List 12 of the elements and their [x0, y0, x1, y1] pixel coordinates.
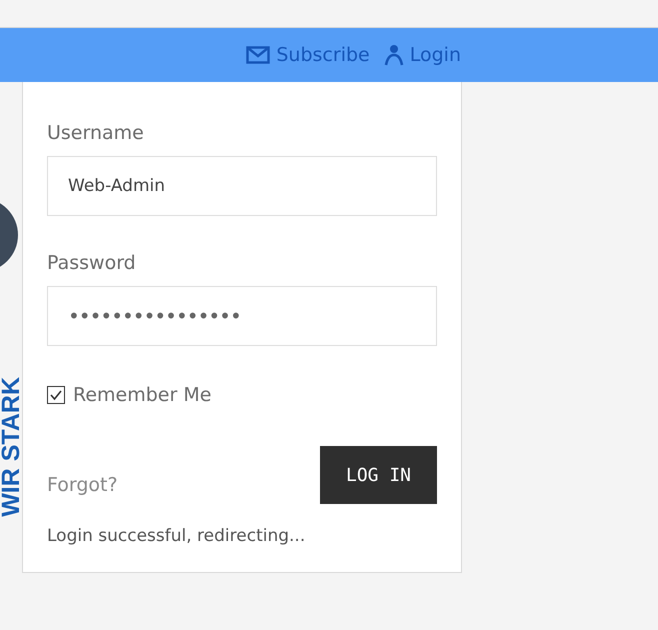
- person-icon: [384, 44, 404, 66]
- password-field[interactable]: ••••••••••••••••: [47, 286, 437, 346]
- envelope-icon: [246, 46, 270, 64]
- status-message: Login successful, redirecting...: [47, 526, 306, 546]
- login-button[interactable]: LOG IN: [320, 446, 437, 504]
- remember-label[interactable]: Remember Me: [73, 384, 212, 406]
- username-label: Username: [47, 122, 145, 144]
- remember-checkbox[interactable]: [47, 386, 65, 404]
- banner-text: WIR STARK: [0, 377, 22, 519]
- username-field[interactable]: Web-Admin: [47, 156, 437, 216]
- password-label: Password: [47, 252, 137, 274]
- forgot-link[interactable]: Forgot?: [47, 474, 118, 496]
